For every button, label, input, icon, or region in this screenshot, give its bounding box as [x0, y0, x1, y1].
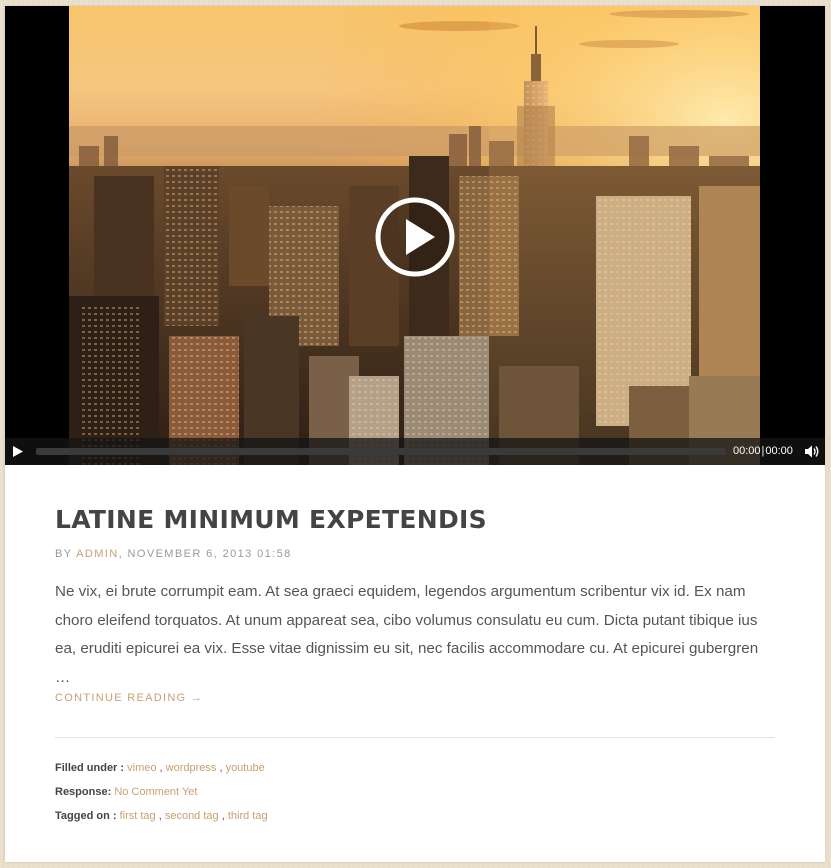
- by-label: BY: [55, 548, 73, 560]
- excerpt-line: Ne vix, ei brute corrumpit eam. At sea g…: [55, 583, 746, 600]
- post-title[interactable]: LATINE MINIMUM EXPETENDIS: [55, 502, 487, 538]
- post-meta: BY ADMIN, NOVEMBER 6, 2013 01:58: [55, 547, 292, 561]
- filed-under-label: Filled under :: [55, 762, 125, 774]
- tagged-on-label: Tagged on :: [55, 810, 117, 822]
- list-separator: ,: [156, 762, 166, 774]
- progress-track[interactable]: [36, 448, 726, 455]
- tags-row: Tagged on : first tag , second tag , thi…: [55, 809, 268, 823]
- comments-link[interactable]: No Comment Yet: [114, 786, 197, 798]
- category-link[interactable]: youtube: [226, 762, 265, 774]
- list-separator: ,: [218, 810, 228, 822]
- big-play-button[interactable]: [375, 197, 455, 277]
- total-time: 00:00: [765, 445, 793, 457]
- tag-link[interactable]: second tag: [165, 810, 219, 822]
- filed-under-row: Filled under : vimeo , wordpress , youtu…: [55, 761, 265, 775]
- author-link[interactable]: ADMIN: [76, 548, 118, 560]
- video-player[interactable]: 00:00|00:00: [5, 6, 825, 465]
- category-link[interactable]: vimeo: [127, 762, 156, 774]
- time-display: 00:00|00:00: [733, 444, 793, 459]
- excerpt-line: ea, eruditi epicurei ea vix. Esse vitae …: [55, 640, 759, 687]
- video-controls-bar: 00:00|00:00: [5, 438, 825, 465]
- tag-link[interactable]: third tag: [228, 810, 268, 822]
- list-separator: ,: [155, 810, 165, 822]
- current-time: 00:00: [733, 445, 761, 457]
- excerpt-line: choro eleifend torquatos. At unum appare…: [55, 611, 758, 629]
- tag-link[interactable]: first tag: [120, 810, 156, 822]
- meta-separator: ,: [118, 548, 124, 560]
- response-row: Response: No Comment Yet: [55, 785, 197, 799]
- divider: [55, 737, 775, 738]
- play-button[interactable]: [12, 445, 24, 458]
- play-icon: [13, 446, 23, 457]
- continue-reading-link[interactable]: CONTINUE READING →: [55, 691, 203, 705]
- play-circle-icon: [375, 197, 455, 277]
- response-label: Response:: [55, 786, 112, 798]
- list-separator: ,: [216, 762, 226, 774]
- post-card: 00:00|00:00 LATINE MINIMUM EXPETENDIS BY…: [5, 6, 825, 862]
- post-excerpt: Ne vix, ei brute corrumpit eam. At sea g…: [55, 578, 775, 693]
- volume-button[interactable]: [804, 444, 820, 459]
- category-link[interactable]: wordpress: [166, 762, 217, 774]
- volume-icon: [805, 445, 819, 458]
- post-date: NOVEMBER 6, 2013 01:58: [127, 548, 292, 560]
